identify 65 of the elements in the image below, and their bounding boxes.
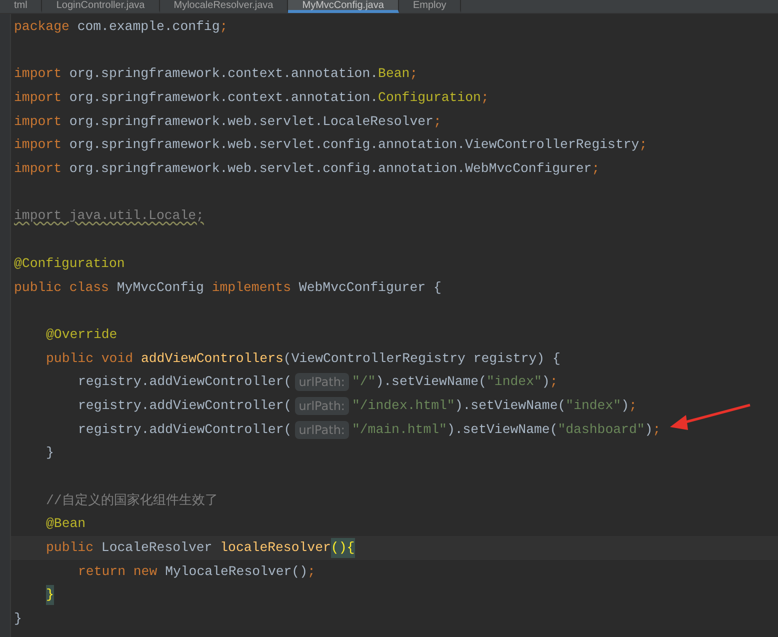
code-keyword: import	[14, 65, 62, 84]
code-keyword: implements	[212, 278, 292, 296]
code-text: org.springframework.web.servlet.config.annotation.ViewControllerRegistry	[69, 136, 640, 154]
code-text: ).setViewName(	[454, 396, 566, 415]
string-literal: "/"	[352, 373, 376, 392]
string-literal: "/main.html"	[352, 420, 447, 439]
string-literal: "/index.html"	[352, 396, 455, 415]
code-text: ).setViewName(	[376, 373, 487, 392]
code-text: }	[46, 444, 54, 462]
code-text: org.springframework.web.servlet.LocaleResolver	[69, 112, 434, 131]
code-text: LocaleResolver	[101, 539, 214, 558]
code-text: )	[644, 420, 653, 439]
code-keyword: import	[14, 136, 62, 154]
parameter-hint: urlPath:	[294, 420, 349, 439]
parameter-hint: urlPath:	[294, 396, 349, 415]
code-keyword: ;	[592, 160, 600, 178]
code-text: registry.addViewController(	[78, 420, 292, 439]
code-comment: //自定义的国家化组件生效了	[46, 492, 218, 510]
parameter-hint: urlPath:	[294, 373, 349, 392]
code-text: MyMvcConfig	[116, 278, 205, 296]
editor-tab[interactable]: MyMvcConfig.java	[288, 0, 399, 13]
string-literal: "index"	[486, 373, 542, 392]
code-annotation: @Bean	[46, 515, 86, 534]
code-text: )	[621, 396, 629, 415]
code-keyword: ;	[308, 562, 316, 581]
code-keyword: import	[14, 160, 62, 178]
code-text: registry.addViewController(	[78, 373, 292, 392]
code-keyword: ;	[628, 396, 637, 415]
code-text: org.springframework.context.annotation.	[69, 89, 378, 107]
code-keyword: ;	[220, 18, 228, 36]
code-text: org.springframework.web.servlet.config.annotation.WebMvcConfigurer	[69, 160, 592, 178]
unused-import: import java.util.Locale;	[14, 207, 204, 226]
code-keyword: ;	[639, 136, 648, 154]
code-annotation: @Configuration	[14, 254, 125, 273]
editor-tab[interactable]: MylocaleResolver.java	[160, 0, 288, 13]
code-text: }	[14, 610, 22, 628]
code-text: MylocaleResolver()	[165, 562, 308, 581]
code-keyword: import	[14, 112, 62, 131]
code-keyword: ;	[550, 373, 558, 392]
string-literal: "index"	[566, 396, 622, 415]
method-name: addViewControllers	[140, 350, 284, 368]
code-text: org.springframework.context.annotation.	[69, 65, 378, 84]
code-keyword: ;	[480, 89, 489, 107]
string-literal: "dashboard"	[558, 420, 645, 439]
code-annotation: @Override	[46, 326, 118, 344]
matched-brace: }	[46, 585, 54, 606]
code-keyword: return new	[78, 562, 158, 581]
matched-brace: ()	[330, 538, 347, 558]
code-annotation: Configuration	[378, 89, 481, 107]
code-keyword: import	[14, 89, 62, 107]
code-text: registry.addViewController(	[78, 396, 292, 415]
code-keyword: ;	[433, 112, 442, 131]
code-text: (ViewControllerRegistry registry) {	[283, 350, 560, 368]
code-text: ).setViewName(	[446, 420, 558, 439]
code-keyword: ;	[410, 65, 418, 84]
code-keyword: package	[14, 18, 70, 36]
code-keyword: public void	[46, 350, 134, 368]
code-keyword: public	[46, 539, 94, 558]
code-keyword: public class	[14, 278, 110, 296]
code-keyword: ;	[652, 420, 661, 439]
code-text: com.example.config	[77, 18, 220, 36]
method-name: localeResolver	[220, 539, 331, 558]
code-text: WebMvcConfigurer {	[298, 278, 442, 296]
code-annotation: Bean	[378, 65, 410, 84]
code-text: )	[542, 373, 550, 392]
